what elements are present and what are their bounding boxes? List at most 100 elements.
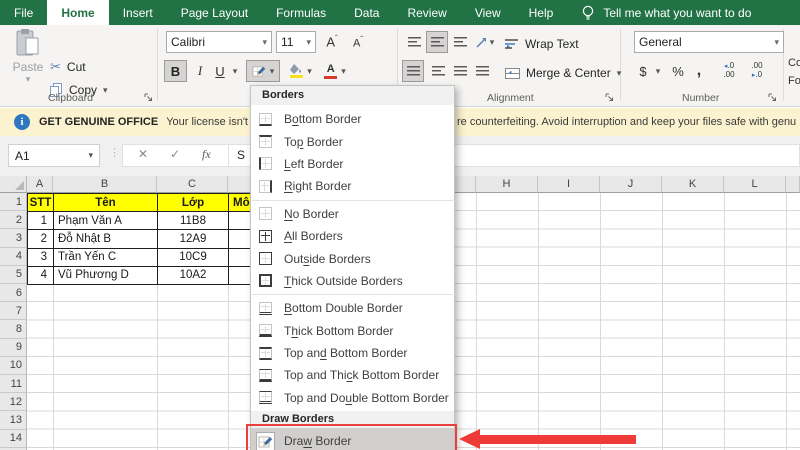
- shrink-font-button[interactable]: Aˇ: [348, 31, 368, 53]
- align-left-button[interactable]: [402, 60, 424, 82]
- col-header-A[interactable]: A: [27, 176, 53, 193]
- grow-font-button[interactable]: Aˆ: [322, 31, 342, 53]
- cut-button[interactable]: ✂ Cut: [50, 57, 86, 77]
- currency-caret[interactable]: ▾: [652, 60, 664, 82]
- table-cell[interactable]: 10C9: [158, 249, 229, 267]
- row-header-1[interactable]: 1: [0, 193, 27, 211]
- formula-input[interactable]: [122, 144, 800, 167]
- fill-color-button[interactable]: ▾: [286, 60, 316, 82]
- col-header-J[interactable]: J: [600, 176, 662, 193]
- tab-review[interactable]: Review: [393, 0, 460, 25]
- table-cell[interactable]: 1: [28, 212, 54, 230]
- col-header-partial[interactable]: [786, 176, 800, 193]
- table-cell[interactable]: Đỗ Nhật B: [54, 230, 158, 248]
- row-header-3[interactable]: 3: [0, 229, 27, 247]
- tab-page-layout[interactable]: Page Layout: [167, 0, 262, 25]
- menu-item-thick-bottom-border[interactable]: Thick Bottom Border: [251, 320, 454, 342]
- tell-me-box[interactable]: Tell me what you want to do: [581, 0, 751, 25]
- col-header-C[interactable]: C: [157, 176, 228, 193]
- menu-item-no-border[interactable]: No Border: [251, 203, 454, 225]
- bold-button[interactable]: B: [164, 60, 187, 82]
- table-cell[interactable]: 10A2: [158, 267, 229, 285]
- row-header-2[interactable]: 2: [0, 211, 27, 229]
- table-cell[interactable]: Vũ Phương D: [54, 267, 158, 285]
- col-header-L[interactable]: L: [724, 176, 786, 193]
- align-center-button[interactable]: [428, 60, 448, 82]
- row-header-5[interactable]: 5: [0, 266, 27, 284]
- row-header-11[interactable]: 11: [0, 375, 27, 393]
- col-header-H[interactable]: H: [476, 176, 538, 193]
- col-header-B[interactable]: B: [53, 176, 157, 193]
- italic-button[interactable]: I: [191, 60, 209, 82]
- table-cell[interactable]: Trần Yến C: [54, 249, 158, 267]
- clipboard-dialog-launcher[interactable]: [144, 93, 154, 103]
- cancel-icon[interactable]: ✕: [138, 147, 148, 161]
- number-format-combo[interactable]: General▾: [634, 31, 784, 53]
- decrease-indent-button[interactable]: [450, 60, 470, 82]
- conditional-formatting-fragment[interactable]: Co For: [788, 55, 800, 90]
- font-name-combo[interactable]: Calibri▾: [166, 31, 272, 53]
- top-align-button[interactable]: [404, 31, 424, 53]
- menu-item-top-and-double-bottom-border[interactable]: Top and Double Bottom Border: [251, 387, 454, 409]
- row-header-14[interactable]: 14: [0, 430, 27, 448]
- tab-view[interactable]: View: [461, 0, 515, 25]
- menu-item-bottom-border[interactable]: Bottom Border: [251, 108, 454, 130]
- col-header-I[interactable]: I: [538, 176, 600, 193]
- tab-help[interactable]: Help: [515, 0, 568, 25]
- comma-button[interactable]: ,: [692, 60, 706, 82]
- bottom-align-button[interactable]: [450, 31, 470, 53]
- table-cell[interactable]: 12A9: [158, 230, 229, 248]
- menu-item-outside-borders[interactable]: Outside Borders: [251, 247, 454, 269]
- function-icon[interactable]: fx: [202, 147, 211, 162]
- orientation-button[interactable]: ▾: [472, 31, 498, 53]
- tab-data[interactable]: Data: [340, 0, 393, 25]
- row-header-7[interactable]: 7: [0, 302, 27, 320]
- number-dialog-launcher[interactable]: [768, 93, 778, 103]
- copy-dropdown-caret-icon[interactable]: ▾: [103, 85, 108, 96]
- enter-icon[interactable]: ✓: [170, 147, 180, 161]
- wrap-text-button[interactable]: Wrap Text: [505, 34, 579, 54]
- menu-item-bottom-double-border[interactable]: Bottom Double Border: [251, 297, 454, 319]
- table-header-cell[interactable]: STT: [28, 194, 54, 212]
- name-box-caret-icon[interactable]: ▾: [88, 150, 93, 161]
- menu-item-top-and-bottom-border[interactable]: Top and Bottom Border: [251, 342, 454, 364]
- row-header-10[interactable]: 10: [0, 357, 27, 375]
- underline-button[interactable]: U: [211, 60, 229, 82]
- table-cell[interactable]: 4: [28, 267, 54, 285]
- menu-item-left-border[interactable]: Left Border: [251, 153, 454, 175]
- menu-item-thick-outside-borders[interactable]: Thick Outside Borders: [251, 270, 454, 292]
- row-header-8[interactable]: 8: [0, 320, 27, 338]
- row-header-4[interactable]: 4: [0, 248, 27, 266]
- menu-item-top-border[interactable]: Top Border: [251, 130, 454, 152]
- col-header-K[interactable]: K: [662, 176, 724, 193]
- table-cell[interactable]: 3: [28, 249, 54, 267]
- menu-item-top-and-thick-bottom-border[interactable]: Top and Thick Bottom Border: [251, 364, 454, 386]
- table-cell[interactable]: Phạm Văn A: [54, 212, 158, 230]
- menu-item-right-border[interactable]: Right Border: [251, 175, 454, 197]
- tab-file[interactable]: File: [0, 0, 47, 25]
- table-header-cell[interactable]: Lớp: [158, 194, 229, 212]
- table-cell[interactable]: 11B8: [158, 212, 229, 230]
- name-box[interactable]: A1 ▾: [8, 144, 100, 167]
- middle-align-button[interactable]: [426, 31, 448, 53]
- select-all-corner[interactable]: [0, 176, 27, 193]
- menu-item-all-borders[interactable]: All Borders: [251, 225, 454, 247]
- row-header-6[interactable]: 6: [0, 284, 27, 302]
- formula-bar-handle[interactable]: ⋮: [109, 146, 120, 159]
- table-header-cell[interactable]: Tên: [54, 194, 158, 212]
- tab-insert[interactable]: Insert: [109, 0, 167, 25]
- row-header-12[interactable]: 12: [0, 393, 27, 411]
- increase-decimal-button[interactable]: ◂.0.00: [716, 60, 742, 82]
- alignment-dialog-launcher[interactable]: [605, 93, 615, 103]
- borders-button[interactable]: ▾: [246, 60, 280, 82]
- merge-center-button[interactable]: Merge & Center ▾: [505, 63, 621, 83]
- decrease-decimal-button[interactable]: .00▸.0: [744, 60, 770, 82]
- underline-dropdown-caret[interactable]: ▾: [229, 60, 241, 82]
- font-color-button[interactable]: A ▾: [320, 60, 350, 82]
- tab-home[interactable]: Home: [47, 0, 108, 25]
- font-size-combo[interactable]: 11▾: [276, 31, 316, 53]
- currency-button[interactable]: $: [634, 60, 652, 82]
- tab-formulas[interactable]: Formulas: [262, 0, 340, 25]
- increase-indent-button[interactable]: [472, 60, 492, 82]
- row-header-13[interactable]: 13: [0, 411, 27, 429]
